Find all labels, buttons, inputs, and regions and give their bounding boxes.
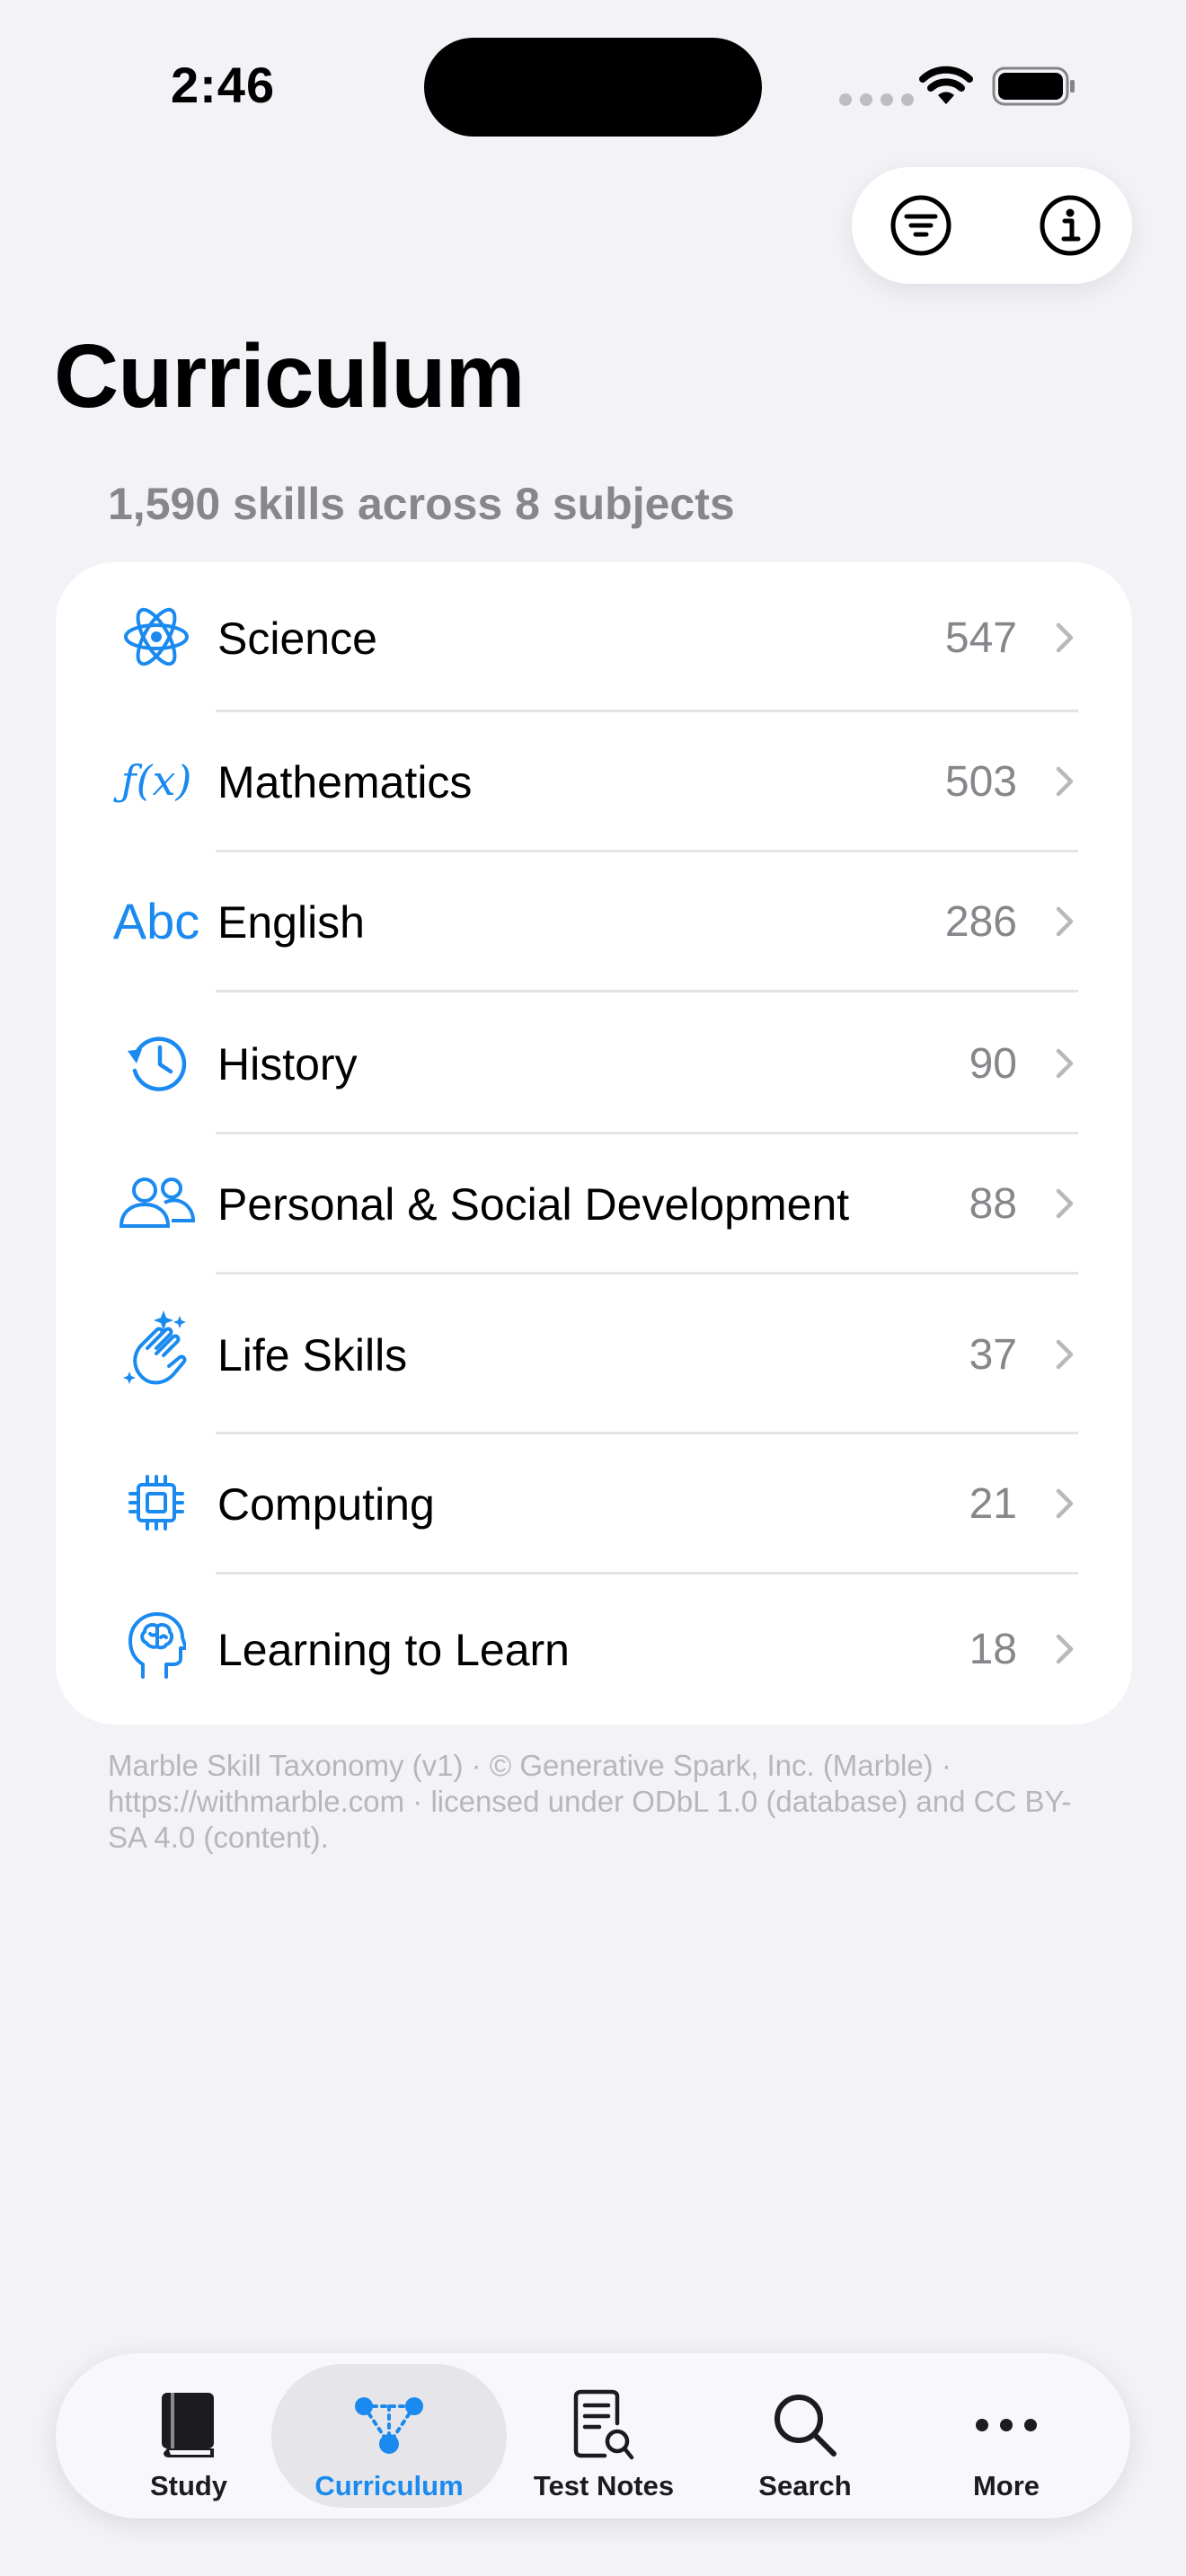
subject-name: Personal & Social Development [217, 1179, 850, 1230]
tab-label: Study [149, 2470, 228, 2501]
document-search-icon [503, 2387, 704, 2463]
subject-row-mathematics[interactable]: ƒ(x) Mathematics 503 [56, 711, 1132, 851]
tab-bar: Study Curriculum Test Notes Search More [56, 2353, 1130, 2519]
chevron-right-icon [1056, 766, 1074, 797]
subject-row-computing[interactable]: Computing 21 [56, 1434, 1132, 1574]
atom-icon [104, 603, 208, 671]
ellipsis-icon [906, 2387, 1107, 2463]
graph-nodes-icon [271, 2387, 507, 2463]
subject-name: Mathematics [217, 757, 473, 807]
chevron-right-icon [1056, 1339, 1074, 1370]
subject-row-history[interactable]: History 90 [56, 992, 1132, 1134]
subject-name: History [217, 1039, 358, 1090]
tab-label: More [972, 2470, 1040, 2501]
subject-count: 21 [969, 1480, 1017, 1528]
tab-search[interactable]: Search [704, 2364, 906, 2508]
dynamic-island [424, 38, 762, 137]
subject-name: Life Skills [217, 1330, 408, 1381]
tab-test-notes[interactable]: Test Notes [503, 2364, 704, 2508]
subject-name: Learning to Learn [217, 1625, 570, 1675]
people-icon [104, 1173, 208, 1232]
top-actions-pill [852, 167, 1132, 284]
brain-head-icon [104, 1610, 208, 1681]
subject-count: 286 [944, 898, 1017, 946]
tab-more[interactable]: More [906, 2364, 1107, 2508]
tab-study[interactable]: Study [88, 2364, 289, 2508]
tab-label: Curriculum [314, 2470, 464, 2501]
clock-history-icon [104, 1031, 208, 1094]
hands-clap-icon [104, 1310, 208, 1392]
subject-count: 90 [969, 1040, 1017, 1088]
filter-circle-icon [890, 195, 951, 256]
chevron-right-icon [1056, 622, 1074, 653]
subject-name: English [217, 897, 365, 948]
tab-label: Test Notes [533, 2470, 675, 2501]
chevron-right-icon [1056, 906, 1074, 937]
status-time: 2:46 [171, 57, 276, 113]
chevron-right-icon [1056, 1634, 1074, 1664]
tab-curriculum[interactable]: Curriculum [271, 2364, 507, 2508]
info-button[interactable] [1031, 187, 1109, 264]
subject-count: 18 [969, 1626, 1017, 1673]
wifi-icon [919, 66, 973, 104]
subjects-list: Science 547 ƒ(x) Mathematics 503 Abc Eng… [56, 562, 1132, 1725]
subject-name: Computing [217, 1479, 435, 1530]
cpu-chip-icon [104, 1473, 208, 1532]
status-bar: 2:46 [0, 0, 1186, 171]
skills-summary: 1,590 skills across 8 subjects [108, 479, 735, 529]
subject-row-learning-to-learn[interactable]: Learning to Learn 18 [56, 1574, 1132, 1725]
subject-name: Science [217, 613, 377, 664]
chevron-right-icon [1056, 1048, 1074, 1079]
subject-count: 37 [969, 1331, 1017, 1379]
info-circle-icon [1040, 195, 1101, 256]
function-icon: ƒ(x) [120, 756, 192, 805]
chevron-right-icon [1056, 1188, 1074, 1219]
chevron-right-icon [1056, 1488, 1074, 1519]
license-footer: Marble Skill Taxonomy (v1) · © Generativ… [108, 1749, 1072, 1854]
cellular-signal-icon [839, 93, 914, 106]
subject-row-english[interactable]: Abc English 286 [56, 851, 1132, 992]
battery-icon [992, 66, 1075, 106]
subject-row-personal-social-development[interactable]: Personal & Social Development 88 [56, 1134, 1132, 1274]
book-icon [88, 2387, 289, 2463]
tab-label: Search [758, 2470, 852, 2501]
subject-row-life-skills[interactable]: Life Skills 37 [56, 1274, 1132, 1434]
subject-row-science[interactable]: Science 547 [56, 562, 1132, 711]
subject-count: 547 [944, 614, 1017, 662]
subject-count: 88 [969, 1180, 1017, 1228]
page-title: Curriculum [54, 326, 525, 427]
subject-count: 503 [944, 758, 1017, 806]
filter-button[interactable] [882, 187, 960, 264]
magnifier-icon [704, 2387, 906, 2463]
abc-icon: Abc [112, 892, 200, 949]
